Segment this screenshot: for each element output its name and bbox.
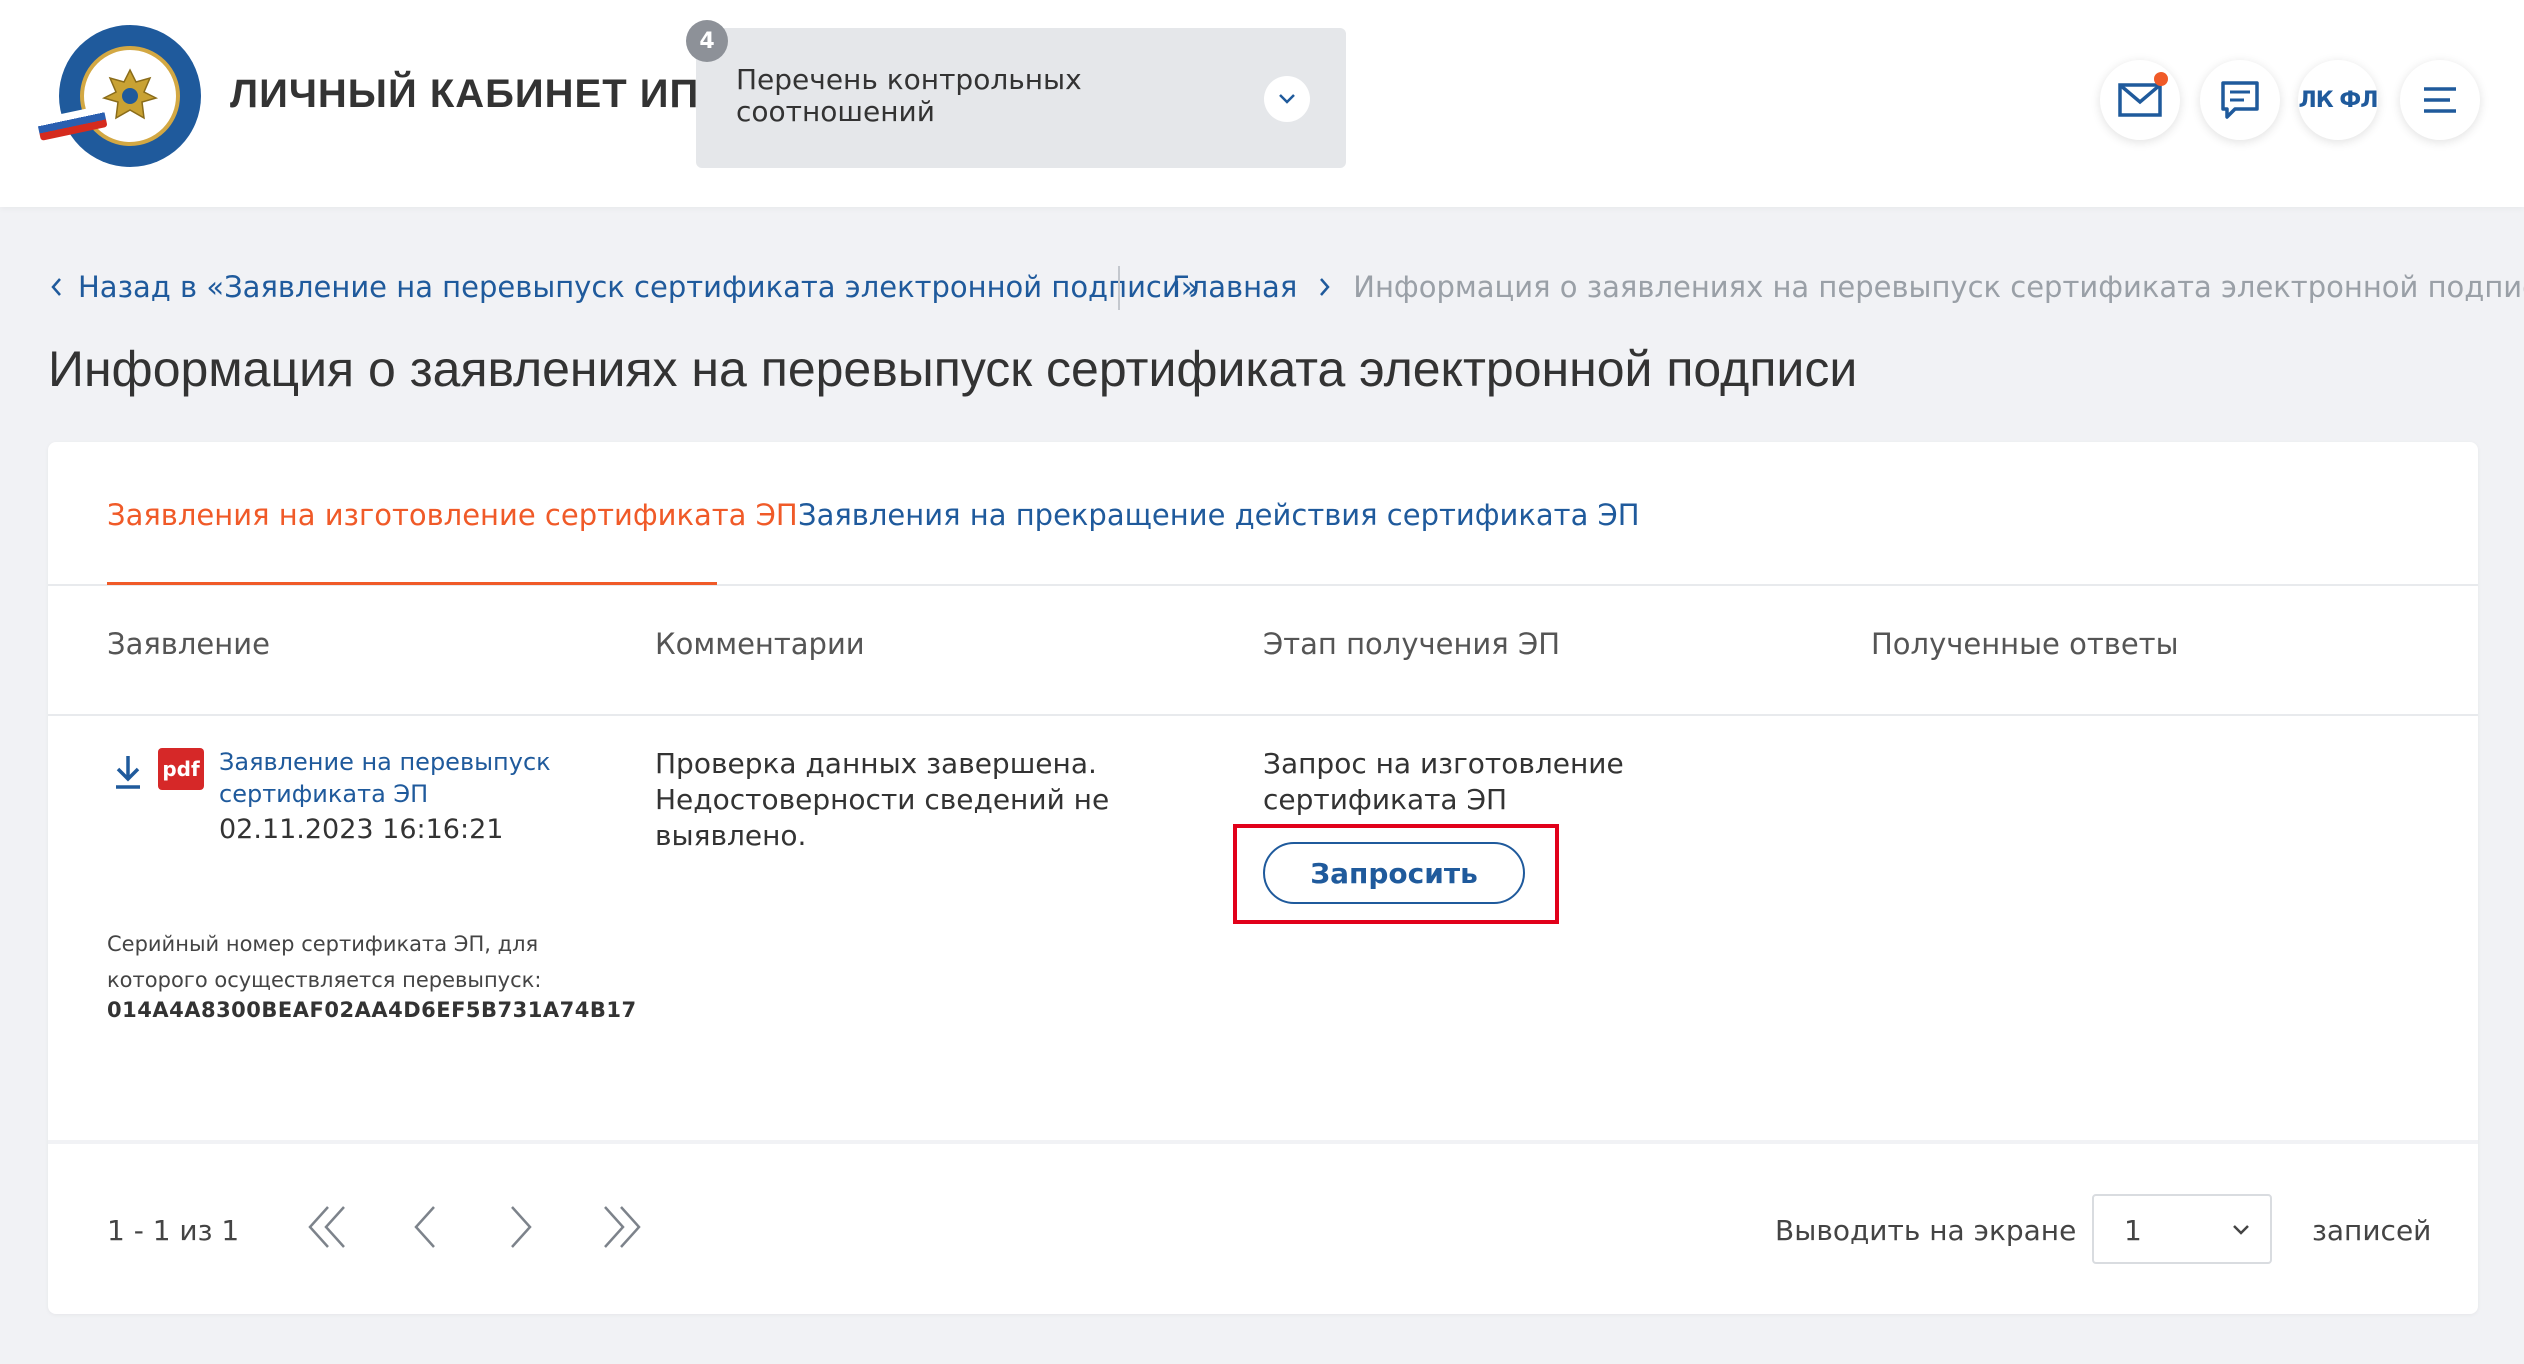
per-page-select[interactable]: 1 xyxy=(2092,1194,2272,1264)
active-tab-indicator xyxy=(107,582,717,585)
application-doc-link[interactable]: Заявление на перевыпуск сертификата ЭП xyxy=(219,746,599,810)
column-header-comments: Комментарии xyxy=(655,627,865,661)
footer-divider xyxy=(48,1140,2478,1144)
breadcrumb: Главная Информация о заявлениях на перев… xyxy=(1172,270,2524,304)
page-title: Информация о заявлениях на перевыпуск се… xyxy=(48,341,1858,397)
next-page-icon[interactable] xyxy=(485,1192,555,1262)
first-page-icon[interactable] xyxy=(295,1192,365,1262)
chevron-left-icon xyxy=(51,278,61,296)
menu-button[interactable] xyxy=(2400,60,2480,140)
per-page-value: 1 xyxy=(2124,1214,2142,1247)
header: ЛИЧНЫЙ КАБИНЕТ ИП Перечень контрольных с… xyxy=(0,0,2524,207)
fns-logo[interactable] xyxy=(59,25,201,167)
row-comment: Проверка данных завершена. Недостовернос… xyxy=(655,747,1110,852)
request-button[interactable]: Запросить xyxy=(1263,842,1525,904)
applications-card: Заявления на изготовление сертификата ЭП… xyxy=(48,442,2478,1314)
column-header-answers: Полученные ответы xyxy=(1871,627,2179,661)
control-ratios-select[interactable]: Перечень контрольных соотношений xyxy=(696,28,1346,168)
column-header-application: Заявление xyxy=(107,627,270,661)
back-link[interactable]: Назад в «Заявление на перевыпуск сертифи… xyxy=(50,270,1198,304)
pdf-file-icon[interactable]: pdf xyxy=(158,748,204,790)
menu-icon xyxy=(2424,87,2456,113)
mail-icon xyxy=(2118,83,2162,117)
row-stage: Запрос на изготовление сертификата ЭП xyxy=(1263,747,1624,816)
eagle-emblem-icon xyxy=(80,46,180,146)
last-page-icon[interactable] xyxy=(584,1192,654,1262)
chevron-down-icon xyxy=(2233,1225,2249,1235)
chat-button[interactable] xyxy=(2200,60,2280,140)
notification-dot xyxy=(2154,72,2168,86)
per-page-label: Выводить на экране xyxy=(1775,1214,2077,1247)
control-ratios-badge: 4 xyxy=(686,20,728,62)
download-icon[interactable] xyxy=(110,752,146,792)
column-header-stage: Этап получения ЭП xyxy=(1263,627,1560,661)
chevron-right-icon xyxy=(1319,277,1331,297)
control-ratios-label: Перечень контрольных соотношений xyxy=(736,63,1082,128)
serial-number-label: Серийный номер сертификата ЭП, для котор… xyxy=(107,932,542,992)
pagination-count: 1 - 1 из 1 xyxy=(107,1214,240,1247)
breadcrumb-divider xyxy=(1118,266,1120,310)
serial-number-value: 014A4A8300BEAF02AA4D6EF5B731A74B17 xyxy=(107,998,637,1022)
mail-button[interactable] xyxy=(2100,60,2180,140)
prev-page-icon[interactable] xyxy=(391,1192,461,1262)
chevron-down-icon[interactable] xyxy=(1264,76,1310,122)
tab-termination[interactable]: Заявления на прекращение действия сертиф… xyxy=(798,498,1640,532)
table-header-divider xyxy=(48,714,2478,716)
breadcrumb-home[interactable]: Главная xyxy=(1172,270,1297,304)
records-label: записей xyxy=(2312,1214,2432,1247)
app-title: ЛИЧНЫЙ КАБИНЕТ ИП xyxy=(230,72,700,116)
lk-fl-button[interactable]: ЛК ФЛ xyxy=(2298,60,2379,140)
tab-manufacture[interactable]: Заявления на изготовление сертификата ЭП xyxy=(107,498,798,532)
breadcrumb-current: Информация о заявлениях на перевыпуск се… xyxy=(1353,270,2524,304)
lk-fl-label: ЛК ФЛ xyxy=(2298,87,2378,113)
application-date: 02.11.2023 16:16:21 xyxy=(219,814,504,845)
back-link-label: Назад в «Заявление на перевыпуск сертифи… xyxy=(78,270,1199,304)
chat-icon xyxy=(2221,81,2259,119)
